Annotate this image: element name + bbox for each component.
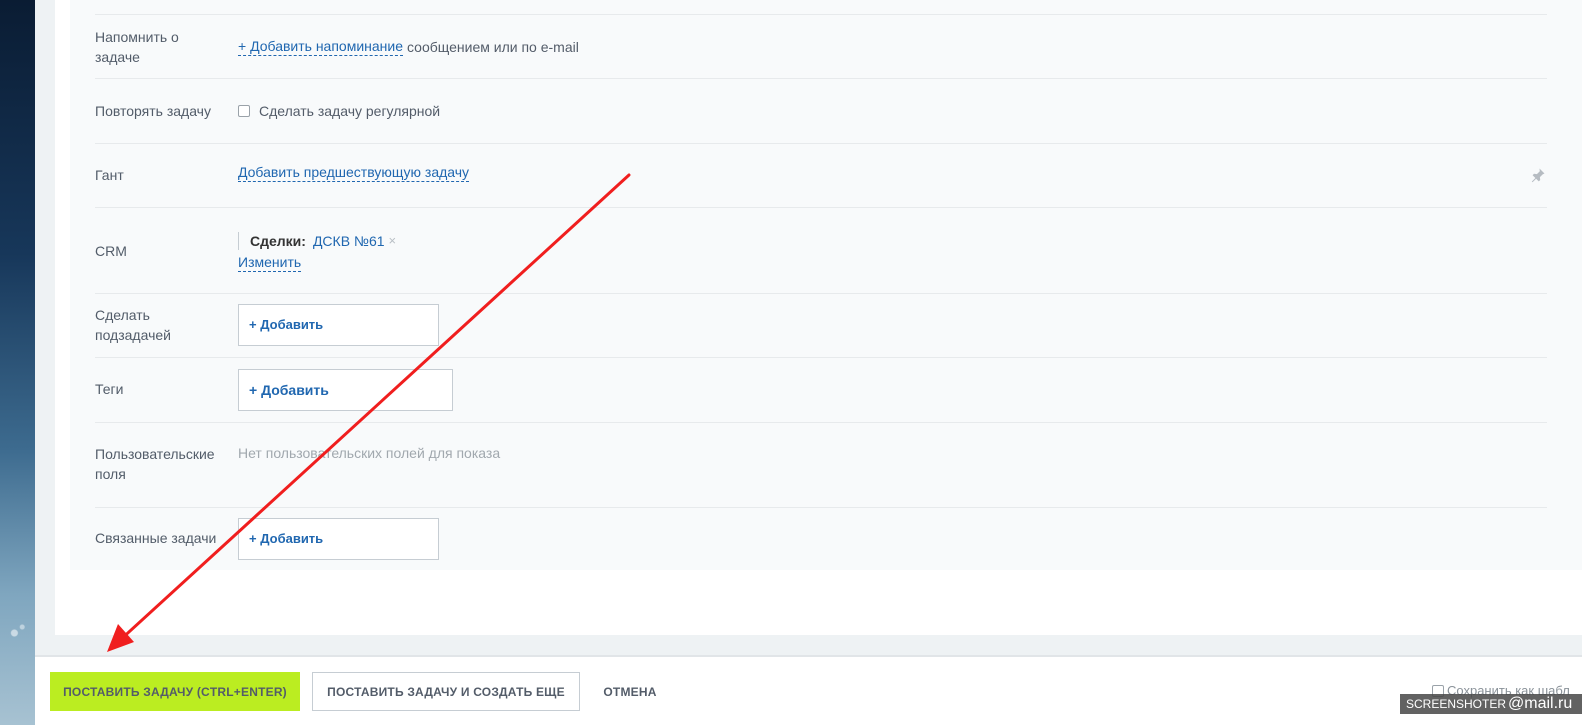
cancel-button[interactable]: ОТМЕНА bbox=[595, 672, 665, 711]
row-tags: Теги + Добавить bbox=[95, 358, 1547, 423]
subtask-label: Сделать подзадачей bbox=[95, 307, 171, 343]
user-fields-empty-text: Нет пользовательских полей для показа bbox=[238, 445, 501, 461]
pin-icon[interactable] bbox=[1529, 166, 1547, 184]
repeat-checkbox[interactable] bbox=[238, 105, 250, 117]
row-reminder: Напомнить о задаче + Добавить напоминани… bbox=[95, 14, 1547, 79]
repeat-checkbox-label[interactable]: Сделать задачу регулярной bbox=[259, 101, 440, 121]
reminder-suffix: сообщением или по e-mail bbox=[407, 39, 579, 55]
tags-label: Теги bbox=[95, 381, 124, 397]
submit-and-create-button[interactable]: ПОСТАВИТЬ ЗАДАЧУ И СОЗДАТЬ ЕЩЕ bbox=[312, 672, 580, 711]
add-tag-button[interactable]: + Добавить bbox=[238, 369, 453, 411]
user-fields-content: Нет пользовательских полей для показа bbox=[238, 443, 500, 463]
row-user-fields: Пользовательские поля Нет пользовательск… bbox=[95, 423, 1547, 508]
reminder-content: + Добавить напоминание сообщением или по… bbox=[238, 37, 579, 57]
watermark-brand: @mail.ru bbox=[1508, 695, 1573, 712]
row-crm: CRM Сделки: ДСКВ №61 × Изменить bbox=[95, 208, 1547, 294]
row-repeat: Повторять задачу Сделать задачу регулярн… bbox=[95, 79, 1547, 144]
add-parent-task-button[interactable]: + Добавить bbox=[238, 304, 439, 346]
row-related-tasks: Связанные задачи + Добавить bbox=[95, 508, 1547, 570]
row-gantt: Гант Добавить предшествующую задачу bbox=[95, 144, 1547, 208]
related-tasks-content: + Добавить bbox=[238, 518, 439, 560]
repeat-content: Сделать задачу регулярной bbox=[238, 101, 440, 121]
add-reminder-link[interactable]: + Добавить напоминание bbox=[238, 38, 404, 56]
crm-change-link[interactable]: Изменить bbox=[238, 254, 302, 272]
add-related-task-button[interactable]: + Добавить bbox=[238, 518, 439, 560]
add-predecessor-link[interactable]: Добавить предшествующую задачу bbox=[238, 164, 470, 182]
additional-fields-section: Напомнить о задаче + Добавить напоминани… bbox=[70, 0, 1582, 570]
related-tasks-label: Связанные задачи bbox=[95, 530, 217, 546]
crm-label: CRM bbox=[95, 243, 127, 259]
user-fields-label: Пользовательские поля bbox=[95, 446, 215, 482]
desktop-background bbox=[0, 0, 35, 725]
form-footer: ПОСТАВИТЬ ЗАДАЧУ (CTRL+ENTER) ПОСТАВИТЬ … bbox=[35, 655, 1582, 725]
tags-content: + Добавить bbox=[238, 369, 453, 411]
gantt-label: Гант bbox=[95, 167, 124, 183]
remove-icon[interactable]: × bbox=[389, 231, 397, 251]
submit-task-button[interactable]: ПОСТАВИТЬ ЗАДАЧУ (CTRL+ENTER) bbox=[50, 672, 300, 711]
reminder-label: Напомнить о задаче bbox=[95, 29, 179, 65]
screenshoter-watermark: SCREENSHOTER @mail.ru bbox=[1400, 694, 1582, 714]
subtask-content: + Добавить bbox=[238, 304, 439, 346]
watermark-text: SCREENSHOTER bbox=[1406, 697, 1507, 711]
repeat-label: Повторять задачу bbox=[95, 103, 211, 119]
crm-content: Сделки: ДСКВ №61 × Изменить bbox=[238, 232, 396, 272]
crm-entity-type: Сделки: bbox=[250, 233, 306, 249]
task-edit-panel: Напомнить о задаче + Добавить напоминани… bbox=[35, 0, 1582, 655]
crm-entity: Сделки: ДСКВ №61 × bbox=[238, 232, 396, 250]
row-subtask: Сделать подзадачей + Добавить bbox=[95, 294, 1547, 358]
task-form-card: Напомнить о задаче + Добавить напоминани… bbox=[55, 0, 1582, 635]
crm-deal-link[interactable]: ДСКВ №61 bbox=[313, 231, 385, 251]
gantt-content: Добавить предшествующую задачу bbox=[238, 164, 470, 182]
